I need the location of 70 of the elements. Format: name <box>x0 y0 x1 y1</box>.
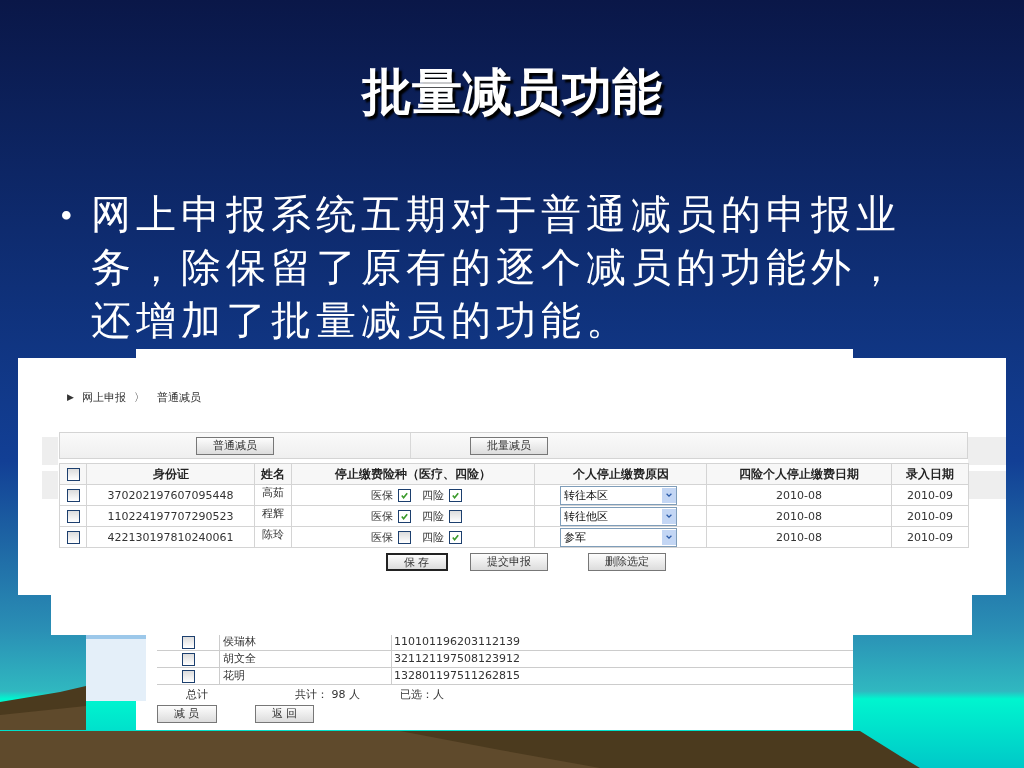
checkbox[interactable] <box>181 652 195 666</box>
breadcrumb-current: 普通减员 <box>156 389 201 405</box>
panel-background <box>968 471 1006 499</box>
column-header: 四险个人停止缴费日期 <box>706 463 892 485</box>
mode-button[interactable]: 普通减员 <box>196 436 274 455</box>
insurance-label: 四险 <box>421 508 444 524</box>
insurance-checkbox[interactable] <box>397 530 411 544</box>
insurance-checkbox[interactable] <box>397 509 411 523</box>
form-button[interactable]: 减 员 <box>157 705 217 723</box>
checkbox[interactable] <box>181 669 195 683</box>
name-cell: 程辉 <box>254 505 292 527</box>
chevron-down-icon[interactable] <box>662 487 676 503</box>
form-button[interactable]: 返 回 <box>254 705 314 723</box>
id-cell: 321121197508123912 <box>391 651 853 667</box>
action-button[interactable]: 提交申报 <box>469 553 548 571</box>
insurance-checkbox[interactable] <box>397 488 411 502</box>
action-button[interactable]: 删除选定 <box>587 553 666 571</box>
id-cell: 422130197810240061 <box>86 526 255 548</box>
insurance-label: 医保 <box>370 508 393 524</box>
id-cell: 370202197607095448 <box>86 484 255 506</box>
id-cell: 132801197511262815 <box>391 668 853 684</box>
name-cell: 花明 <box>219 668 391 684</box>
row-checkbox[interactable] <box>66 530 80 544</box>
name-cell: 高茹 <box>254 484 292 506</box>
id-cell: 110224197707290523 <box>86 505 255 527</box>
panel-background <box>968 437 1006 465</box>
name-cell: 陈玲 <box>254 526 292 548</box>
mode-button[interactable]: 批量减员 <box>470 436 548 455</box>
chevron-down-icon[interactable] <box>662 529 676 545</box>
insurance-label: 四险 <box>421 487 444 503</box>
checkmark-icon <box>450 532 460 542</box>
column-header: 个人停止缴费原因 <box>534 463 707 485</box>
date-cell: 2010-08 <box>706 505 892 527</box>
checkmark-icon <box>399 511 409 521</box>
checkbox[interactable] <box>181 635 195 649</box>
insurance-label: 医保 <box>370 529 393 545</box>
column-header: 停止缴费险种（医疗、四险） <box>291 463 535 485</box>
total-label: 总计 <box>186 686 209 702</box>
date-cell: 2010-08 <box>706 526 892 548</box>
select-all-checkbox[interactable] <box>66 468 80 481</box>
insurance-checkbox[interactable] <box>448 488 462 502</box>
column-header: 姓名 <box>254 463 292 485</box>
reason-dropdown[interactable]: 转往本区 <box>560 485 677 505</box>
chevron-down-icon[interactable] <box>662 508 676 524</box>
row-checkbox[interactable] <box>66 488 80 502</box>
date-cell: 2010-08 <box>706 484 892 506</box>
column-header: 身份证 <box>86 463 255 485</box>
selected-count: 已选：人 <box>400 686 444 702</box>
reason-dropdown[interactable]: 参军 <box>560 527 677 547</box>
insurance-label: 医保 <box>370 487 393 503</box>
slide-paragraph: 网上申报系统五期对于普通减员的申报业务，除保留了原有的逐个减员的功能外，还增加了批量减员的功能。 <box>90 191 902 345</box>
date-cell: 2010-09 <box>891 526 969 548</box>
bullet-mark: • <box>60 195 73 238</box>
checkmark-icon <box>450 490 460 500</box>
date-cell: 2010-09 <box>891 484 969 506</box>
row-checkbox[interactable] <box>66 509 80 523</box>
breadcrumb-marker: ▶ <box>67 392 74 402</box>
insurance-checkbox[interactable] <box>448 530 462 544</box>
checkmark-icon <box>399 490 409 500</box>
slide-title: 批量减员功能 <box>360 63 663 122</box>
name-cell: 胡文全 <box>219 651 391 667</box>
total-count: 共计： 98 人 <box>295 686 361 702</box>
date-cell: 2010-09 <box>891 505 969 527</box>
reason-dropdown[interactable]: 转往他区 <box>560 506 677 526</box>
breadcrumb-separator: 〉 <box>133 389 145 405</box>
insurance-label: 四险 <box>421 529 444 545</box>
breadcrumb-link[interactable]: 网上申报 <box>81 389 126 405</box>
insurance-checkbox[interactable] <box>448 509 462 523</box>
column-header: 录入日期 <box>891 463 969 485</box>
action-button[interactable]: 保 存 <box>386 553 448 571</box>
